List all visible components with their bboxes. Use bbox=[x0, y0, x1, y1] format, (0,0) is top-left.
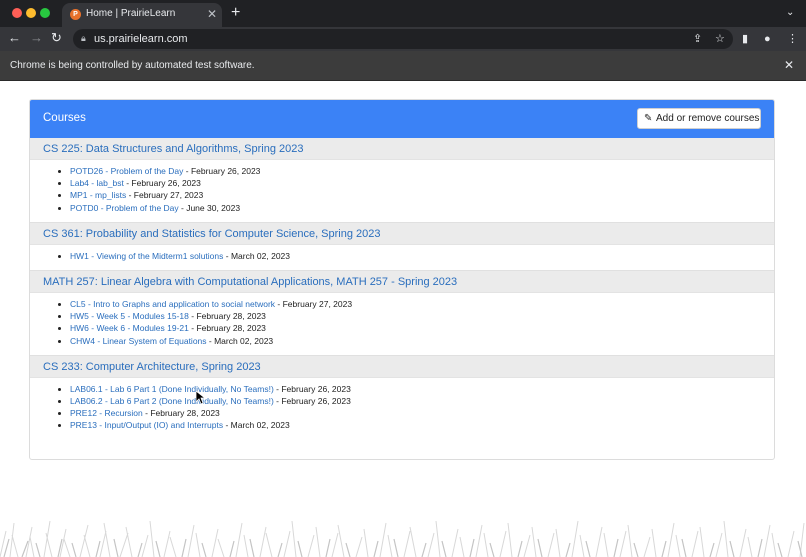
course-heading: CS 225: Data Structures and Algorithms, … bbox=[30, 138, 774, 160]
assessment-link[interactable]: HW1 - Viewing of the Midterm1 solutions bbox=[70, 251, 223, 261]
assessment-date: - February 26, 2023 bbox=[273, 383, 351, 394]
browser-tab-bar: P Home | PrairieLearn ✕ + ⌄ bbox=[0, 0, 806, 27]
assessment-date: - February 26, 2023 bbox=[123, 178, 201, 189]
course-heading: MATH 257: Linear Algebra with Computatio… bbox=[30, 271, 774, 294]
assessment-link[interactable]: LAB06.1 - Lab 6 Part 1 (Done Individuall… bbox=[70, 384, 274, 394]
courses-card-title: Courses bbox=[43, 112, 86, 124]
lock-icon[interactable]: 🔒︎ bbox=[81, 33, 86, 44]
assessment-link[interactable]: LAB06.2 - Lab 6 Part 2 (Done Individuall… bbox=[70, 396, 274, 406]
list-item: POTD26 - Problem of the Day - February 2… bbox=[70, 165, 774, 177]
add-remove-courses-label: Add or remove courses bbox=[656, 113, 760, 124]
course-link-cs361[interactable]: CS 361: Probability and Statistics for C… bbox=[43, 228, 381, 240]
assessment-link[interactable]: POTD0 - Problem of the Day bbox=[70, 203, 179, 213]
assessment-date: - February 27, 2023 bbox=[126, 190, 204, 201]
browser-menu-icon[interactable]: ⋮ bbox=[787, 32, 798, 46]
side-panel-icon[interactable]: ▮ bbox=[742, 32, 748, 46]
share-icon[interactable]: ⇪ bbox=[693, 32, 702, 45]
list-item: LAB06.1 - Lab 6 Part 1 (Done Individuall… bbox=[70, 383, 774, 395]
infobar-close-icon[interactable]: ✕ bbox=[784, 58, 794, 72]
mouse-cursor-icon bbox=[196, 391, 206, 405]
infobar-message: Chrome is being controlled by automated … bbox=[10, 60, 255, 71]
assessment-list: CL5 - Intro to Graphs and application to… bbox=[30, 293, 774, 355]
course-heading: CS 233: Computer Architecture, Spring 20… bbox=[30, 355, 774, 378]
assessment-link[interactable]: CL5 - Intro to Graphs and application to… bbox=[70, 299, 275, 309]
assessment-link[interactable]: POTD26 - Problem of the Day bbox=[70, 166, 183, 176]
close-window-button[interactable] bbox=[12, 8, 22, 18]
tab-search-chevron-icon[interactable]: ⌄ bbox=[786, 7, 794, 18]
assessment-list: POTD26 - Problem of the Day - February 2… bbox=[30, 160, 774, 222]
tab-close-icon[interactable]: ✕ bbox=[207, 7, 217, 21]
minimize-window-button[interactable] bbox=[26, 8, 36, 18]
assessment-date: - February 26, 2023 bbox=[183, 166, 261, 176]
assessment-date: - February 26, 2023 bbox=[273, 396, 351, 407]
add-remove-courses-button[interactable]: ✎ Add or remove courses bbox=[637, 108, 761, 129]
course-block: MATH 257: Linear Algebra with Computatio… bbox=[30, 270, 774, 355]
list-item: POTD0 - Problem of the Day - June 30, 20… bbox=[70, 202, 774, 214]
tab-title: Home | PrairieLearn bbox=[86, 8, 176, 19]
new-tab-icon[interactable]: + bbox=[231, 5, 240, 21]
course-block: CS 233: Computer Architecture, Spring 20… bbox=[30, 354, 774, 440]
course-block: CS 361: Probability and Statistics for C… bbox=[30, 221, 774, 270]
assessment-date: - February 28, 2023 bbox=[188, 323, 266, 334]
assessment-link[interactable]: HW5 - Week 5 - Modules 15-18 bbox=[70, 311, 189, 321]
assessment-link[interactable]: CHW4 - Linear System of Equations bbox=[70, 336, 207, 346]
assessment-date: - February 28, 2023 bbox=[142, 408, 220, 419]
assessment-date: - March 02, 2023 bbox=[223, 420, 290, 431]
assessment-link[interactable]: PRE12 - Recursion bbox=[70, 408, 143, 418]
forward-arrow-icon[interactable]: → bbox=[30, 30, 43, 46]
bookmark-star-icon[interactable]: ☆ bbox=[715, 32, 725, 45]
list-item: Lab4 - lab_bst - February 26, 2023 bbox=[70, 177, 774, 189]
profile-icon[interactable]: ● bbox=[764, 32, 771, 46]
course-heading: CS 361: Probability and Statistics for C… bbox=[30, 222, 774, 245]
reload-icon[interactable]: ↻ bbox=[51, 30, 62, 46]
list-item: HW5 - Week 5 - Modules 15-18 - February … bbox=[70, 310, 774, 322]
back-arrow-icon[interactable]: ← bbox=[8, 30, 21, 46]
url-text[interactable]: us.prairielearn.com bbox=[94, 33, 188, 45]
assessment-date: - February 28, 2023 bbox=[188, 311, 266, 322]
assessment-list: HW1 - Viewing of the Midterm1 solutions … bbox=[30, 245, 774, 270]
list-item: PRE13 - Input/Output (IO) and Interrupts… bbox=[70, 419, 774, 431]
assessment-date: - March 02, 2023 bbox=[206, 335, 274, 346]
grass-footer-decoration bbox=[0, 520, 805, 557]
prairielearn-favicon-icon: P bbox=[70, 9, 81, 20]
assessment-link[interactable]: PRE13 - Input/Output (IO) and Interrupts bbox=[70, 420, 223, 430]
course-link-cs233[interactable]: CS 233: Computer Architecture, Spring 20… bbox=[43, 361, 261, 373]
list-item: PRE12 - Recursion - February 28, 2023 bbox=[70, 407, 774, 419]
assessment-list: LAB06.1 - Lab 6 Part 1 (Done Individuall… bbox=[30, 378, 774, 440]
maximize-window-button[interactable] bbox=[40, 8, 50, 18]
list-item: HW6 - Week 6 - Modules 19-21 - February … bbox=[70, 322, 774, 334]
assessment-link[interactable]: MP1 - mp_lists bbox=[70, 190, 126, 200]
list-item: HW1 - Viewing of the Midterm1 solutions … bbox=[70, 250, 774, 262]
page-content: Courses ✎ Add or remove courses CS 225: … bbox=[0, 82, 806, 557]
list-item: CHW4 - Linear System of Equations - Marc… bbox=[70, 335, 774, 347]
course-link-math257[interactable]: MATH 257: Linear Algebra with Computatio… bbox=[43, 276, 457, 288]
edit-icon: ✎ bbox=[644, 113, 653, 124]
browser-toolbar: ← → ↻ 🔒︎ us.prairielearn.com ⇪ ☆ ▮ ● ⋮ bbox=[0, 27, 806, 51]
assessment-link[interactable]: Lab4 - lab_bst bbox=[70, 178, 124, 188]
list-item: MP1 - mp_lists - February 27, 2023 bbox=[70, 189, 774, 201]
courses-card-header: Courses ✎ Add or remove courses bbox=[30, 100, 774, 138]
assessment-date: - March 02, 2023 bbox=[223, 250, 291, 261]
course-link-cs225[interactable]: CS 225: Data Structures and Algorithms, … bbox=[43, 143, 303, 155]
list-item: LAB06.2 - Lab 6 Part 2 (Done Individuall… bbox=[70, 395, 774, 407]
address-bar[interactable]: 🔒︎ us.prairielearn.com ⇪ ☆ bbox=[73, 29, 733, 49]
courses-card: Courses ✎ Add or remove courses CS 225: … bbox=[29, 99, 775, 460]
list-item: CL5 - Intro to Graphs and application to… bbox=[70, 298, 774, 310]
assessment-date: - February 27, 2023 bbox=[275, 299, 353, 310]
browser-tab-active[interactable]: P Home | PrairieLearn ✕ bbox=[62, 3, 222, 27]
assessment-date: - June 30, 2023 bbox=[178, 202, 241, 213]
automation-infobar: Chrome is being controlled by automated … bbox=[0, 51, 806, 81]
course-block: CS 225: Data Structures and Algorithms, … bbox=[30, 138, 774, 222]
assessment-link[interactable]: HW6 - Week 6 - Modules 19-21 bbox=[70, 323, 189, 333]
